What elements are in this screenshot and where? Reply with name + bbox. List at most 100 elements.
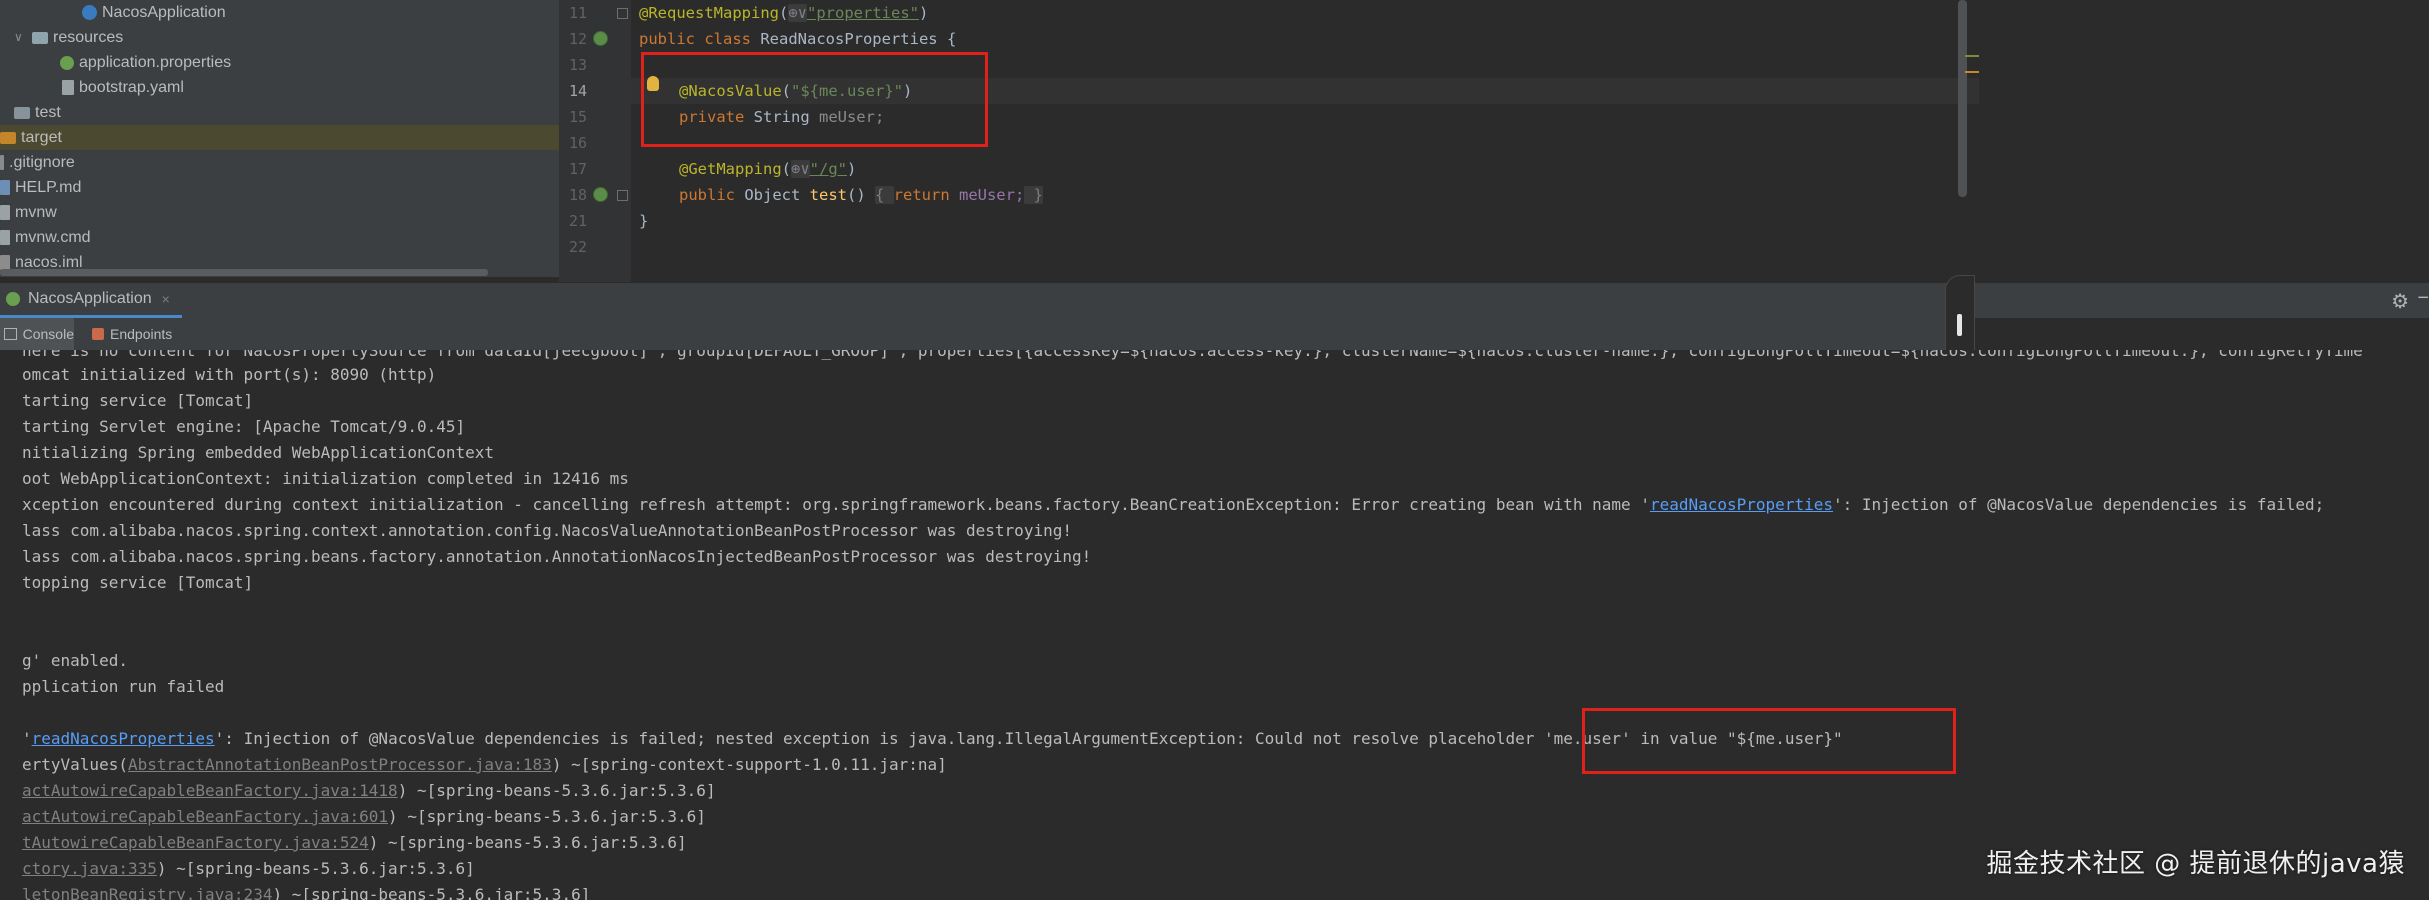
class-name-token: ReadNacosProperties { — [760, 30, 957, 48]
paren-token: ) — [918, 4, 929, 22]
tree-item-label: application.properties — [79, 54, 232, 71]
tree-item-mvnw-cmd[interactable]: mvnw.cmd — [0, 225, 91, 250]
run-tab-label: NacosApplication — [28, 290, 152, 307]
spring-class-icon — [82, 5, 97, 20]
tree-item-bootstrap-yaml[interactable]: bootstrap.yaml — [62, 75, 184, 100]
tree-item-target[interactable]: target — [0, 125, 559, 150]
code-line-12: public class ReadNacosProperties { — [639, 26, 956, 52]
markdown-file-icon — [0, 180, 10, 195]
code-line-18: public Object test() { return meUser; } — [679, 182, 1043, 208]
minimize-icon[interactable]: − — [2417, 287, 2429, 310]
console-link[interactable]: readNacosProperties — [32, 729, 215, 748]
spring-bean-gutter-icon[interactable] — [593, 31, 608, 46]
project-tree: NacosApplication ∨ resources application… — [0, 0, 559, 277]
type-token: Object — [744, 186, 810, 204]
line-number: 12 — [568, 30, 587, 48]
paren-token: () — [846, 186, 875, 204]
close-icon[interactable]: × — [162, 291, 170, 307]
line-number: 16 — [568, 134, 587, 152]
stack-frame-link[interactable]: actAutowireCapableBeanFactory.java:1418 — [22, 781, 398, 800]
annotation-token: @RequestMapping — [639, 4, 779, 22]
line-number: 17 — [568, 160, 587, 178]
editor-vertical-scrollbar[interactable] — [1958, 0, 1967, 197]
tree-item-help-md[interactable]: HELP.md — [0, 175, 81, 200]
console-line: xception encountered during context init… — [22, 492, 2324, 518]
console-text: xception encountered during context init… — [22, 495, 1650, 514]
console-text: ertyValues( — [22, 755, 128, 774]
stack-frame-link[interactable]: ctory.java:335 — [22, 859, 157, 878]
console-text: ' — [22, 729, 32, 748]
method-token: test — [809, 186, 847, 204]
string-link-token[interactable]: "/g" — [810, 160, 847, 178]
gear-icon[interactable]: ⚙ — [2391, 289, 2409, 314]
stack-frame-link[interactable]: actAutowireCapableBeanFactory.java:601 — [22, 807, 388, 826]
stack-frame-link[interactable]: AbstractAnnotationBeanPostProcessor.java… — [128, 755, 552, 774]
url-mapping-icon[interactable]: ⊕∨ — [788, 4, 807, 22]
console-text: ) ~[spring-beans-5.3.6.jar:5.3.6] — [368, 833, 687, 852]
properties-file-icon — [60, 55, 74, 70]
console-line: ertyValues(AbstractAnnotationBeanPostPro… — [22, 752, 947, 778]
chevron-down-icon[interactable]: ∨ — [14, 25, 28, 50]
console-line: oot WebApplicationContext: initializatio… — [22, 469, 629, 488]
console-line: tAutowireCapableBeanFactory.java:524) ~[… — [22, 830, 687, 856]
tree-item-application-properties[interactable]: application.properties — [60, 50, 231, 75]
tree-item-test[interactable]: test — [14, 100, 61, 125]
line-number-current: 14 — [568, 82, 587, 100]
editor-right-pane — [1980, 0, 2429, 282]
console-icon — [4, 328, 17, 340]
tree-item-resources[interactable]: ∨ resources — [14, 25, 123, 50]
fold-marker-icon[interactable] — [617, 190, 628, 201]
tree-item-label: mvnw.cmd — [15, 229, 91, 246]
console-line: lass com.alibaba.nacos.spring.beans.fact… — [22, 547, 1092, 566]
tab-endpoints-label: Endpoints — [110, 326, 173, 342]
fold-marker-icon[interactable] — [617, 8, 628, 19]
stack-frame-link[interactable]: tAutowireCapableBeanFactory.java:524 — [22, 833, 369, 852]
tree-item-label: mvnw — [15, 204, 57, 221]
run-tab-nacos-application[interactable]: NacosApplication × — [0, 283, 182, 318]
console-line: omcat initialized with port(s): 8090 (ht… — [22, 365, 437, 384]
spring-endpoint-gutter-icon[interactable] — [593, 187, 608, 202]
console-text: ) ~[spring-beans-5.3.6.jar:5.3.6] — [156, 859, 475, 878]
console-link[interactable]: readNacosProperties — [1650, 495, 1833, 514]
tree-item-label: bootstrap.yaml — [79, 79, 184, 96]
keyword-token: return — [893, 186, 959, 204]
paren-token: ) — [847, 160, 857, 178]
console-output[interactable]: here is no content for NacosPropertySour… — [0, 350, 2429, 900]
tree-item-label: target — [21, 129, 62, 146]
code-line-21: } — [639, 208, 648, 234]
console-line: ctory.java:335) ~[spring-beans-5.3.6.jar… — [22, 856, 475, 882]
console-line: topping service [Tomcat] — [22, 573, 254, 592]
keyword-token: public — [679, 186, 745, 204]
tree-item-label: test — [35, 104, 61, 121]
console-line: actAutowireCapableBeanFactory.java:1418)… — [22, 778, 716, 804]
gitignore-file-icon — [0, 155, 4, 170]
console-line: pplication run failed — [22, 677, 225, 696]
tree-item-nacos-application[interactable]: NacosApplication — [82, 0, 226, 25]
console-line: nitializing Spring embedded WebApplicati… — [22, 443, 495, 462]
url-mapping-icon[interactable]: ⊕∨ — [791, 160, 810, 178]
keyword-token: public class — [639, 30, 761, 48]
console-line: 'readNacosProperties': Injection of @Nac… — [22, 726, 1843, 752]
tree-item-label: .gitignore — [9, 154, 75, 171]
run-subtabs: Console Endpoints — [0, 318, 1950, 350]
tab-console-label: Console — [22, 326, 74, 342]
tab-console[interactable]: Console — [0, 318, 74, 350]
folded-region[interactable]: } — [1024, 186, 1043, 204]
editor-marker — [1965, 55, 1979, 57]
string-link-token[interactable]: "properties" — [807, 4, 919, 22]
folded-region[interactable]: { — [874, 186, 894, 204]
tab-endpoints[interactable]: Endpoints — [92, 318, 172, 350]
tree-item-gitignore[interactable]: .gitignore — [0, 150, 75, 175]
tree-horizontal-scrollbar[interactable] — [0, 269, 488, 276]
tree-item-mvnw[interactable]: mvnw — [0, 200, 57, 225]
tree-item-label: HELP.md — [15, 179, 82, 196]
console-line: actAutowireCapableBeanFactory.java:601) … — [22, 804, 706, 830]
console-text: ) ~[spring-beans-5.3.6.jar:5.3.6] — [388, 807, 706, 826]
stack-frame-link[interactable]: letonBeanRegistry.java:234 — [22, 885, 272, 900]
highlight-box — [1582, 708, 1956, 774]
console-text: ) ~[spring-beans-5.3.6.jar:5.3.6] — [397, 781, 716, 800]
console-line: tarting service [Tomcat] — [22, 391, 254, 410]
resources-folder-icon — [32, 31, 48, 44]
iml-file-icon — [0, 255, 10, 270]
line-number: 22 — [568, 238, 587, 256]
